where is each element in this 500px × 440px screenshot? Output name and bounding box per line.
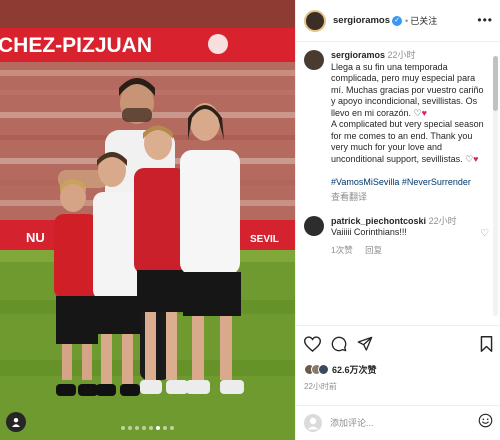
current-user-avatar: [304, 414, 322, 432]
header-username[interactable]: sergioramos: [333, 15, 390, 26]
more-options-icon[interactable]: •••: [477, 13, 493, 27]
likes-count[interactable]: 62.6万次赞: [332, 363, 377, 376]
comment-likes[interactable]: 1次赞: [331, 245, 353, 255]
post-actions: 62.6万次赞 22小时前: [296, 325, 500, 405]
carousel-dot: [156, 426, 160, 430]
emoji-icon[interactable]: [478, 413, 493, 433]
add-comment-input[interactable]: [330, 418, 470, 428]
carousel-dot: [121, 426, 125, 430]
comments-scrollbar[interactable]: [493, 56, 498, 316]
add-comment-bar: [296, 405, 500, 440]
carousel-dot: [142, 426, 146, 430]
carousel-dot: [149, 426, 153, 430]
carousel-dot: [135, 426, 139, 430]
post-timestamp: 22小时前: [304, 382, 337, 391]
comment-icon[interactable]: [331, 336, 347, 352]
caption-spanish: Llega a su fin una temporada complicada,…: [331, 61, 484, 118]
scrollbar-thumb[interactable]: [493, 56, 498, 111]
header-separator: •: [405, 15, 409, 26]
caption-hearts-2: ♡♥: [465, 154, 478, 166]
white-heart-icon: ♡: [465, 153, 474, 164]
caption-time: 22小时: [387, 50, 416, 60]
comment-like-heart-icon[interactable]: ♡: [480, 228, 489, 239]
post-photo[interactable]: CHEZ-PIZJUAN NU SEVIL: [0, 0, 295, 440]
avatar[interactable]: [304, 9, 326, 32]
comment-body: Vaiiiii Corinthians!!!: [331, 227, 407, 237]
comments-area: sergioramos 22小时 Llega a su fin una temp…: [296, 50, 500, 320]
post-header: sergioramos ✓ • 已关注 •••: [296, 0, 500, 42]
white-heart-icon: ♡: [413, 107, 422, 118]
red-heart-icon: ♥: [421, 107, 427, 118]
carousel-indicator: [0, 426, 295, 430]
comment-avatar[interactable]: [304, 215, 324, 236]
like-heart-icon[interactable]: [304, 336, 321, 352]
carousel-dot: [163, 426, 167, 430]
carousel-dot: [128, 426, 132, 430]
caption-avatar[interactable]: [304, 50, 324, 70]
caption: sergioramos 22小时 Llega a su fin una temp…: [304, 50, 489, 204]
carousel-dot: [170, 426, 174, 430]
caption-hashtags[interactable]: #VamosMiSevilla #NeverSurrender: [331, 177, 471, 187]
comment-item: patrick_piechontcoski 22小时 Vaiiiii Corin…: [304, 215, 489, 257]
likes-summary[interactable]: 62.6万次赞: [304, 363, 493, 376]
banner-text: CHEZ-PIZJUAN: [0, 34, 152, 57]
see-translation-link[interactable]: 查看翻译: [331, 192, 489, 204]
share-icon[interactable]: [357, 336, 373, 352]
comment-time: 22小时: [428, 215, 457, 226]
photo-scene: CHEZ-PIZJUAN NU SEVIL: [0, 0, 295, 440]
caption-username[interactable]: sergioramos: [331, 50, 385, 60]
bookmark-icon[interactable]: [480, 336, 493, 352]
svg-text:NU: NU: [26, 230, 45, 245]
comment-username[interactable]: patrick_piechontcoski: [331, 216, 426, 226]
post-detail-panel: sergioramos ✓ • 已关注 ••• sergioramos 22小时…: [295, 0, 500, 440]
following-button[interactable]: 已关注: [410, 14, 437, 27]
red-heart-icon: ♥: [473, 153, 479, 164]
liker-avatar: [318, 364, 329, 375]
comment-reply-button[interactable]: 回复: [365, 245, 382, 255]
caption-english: A complicated but very special season fo…: [331, 119, 484, 164]
verified-badge-icon: ✓: [392, 15, 403, 26]
caption-hearts-1: ♡♥: [414, 108, 427, 120]
svg-text:SEVIL: SEVIL: [250, 234, 279, 245]
